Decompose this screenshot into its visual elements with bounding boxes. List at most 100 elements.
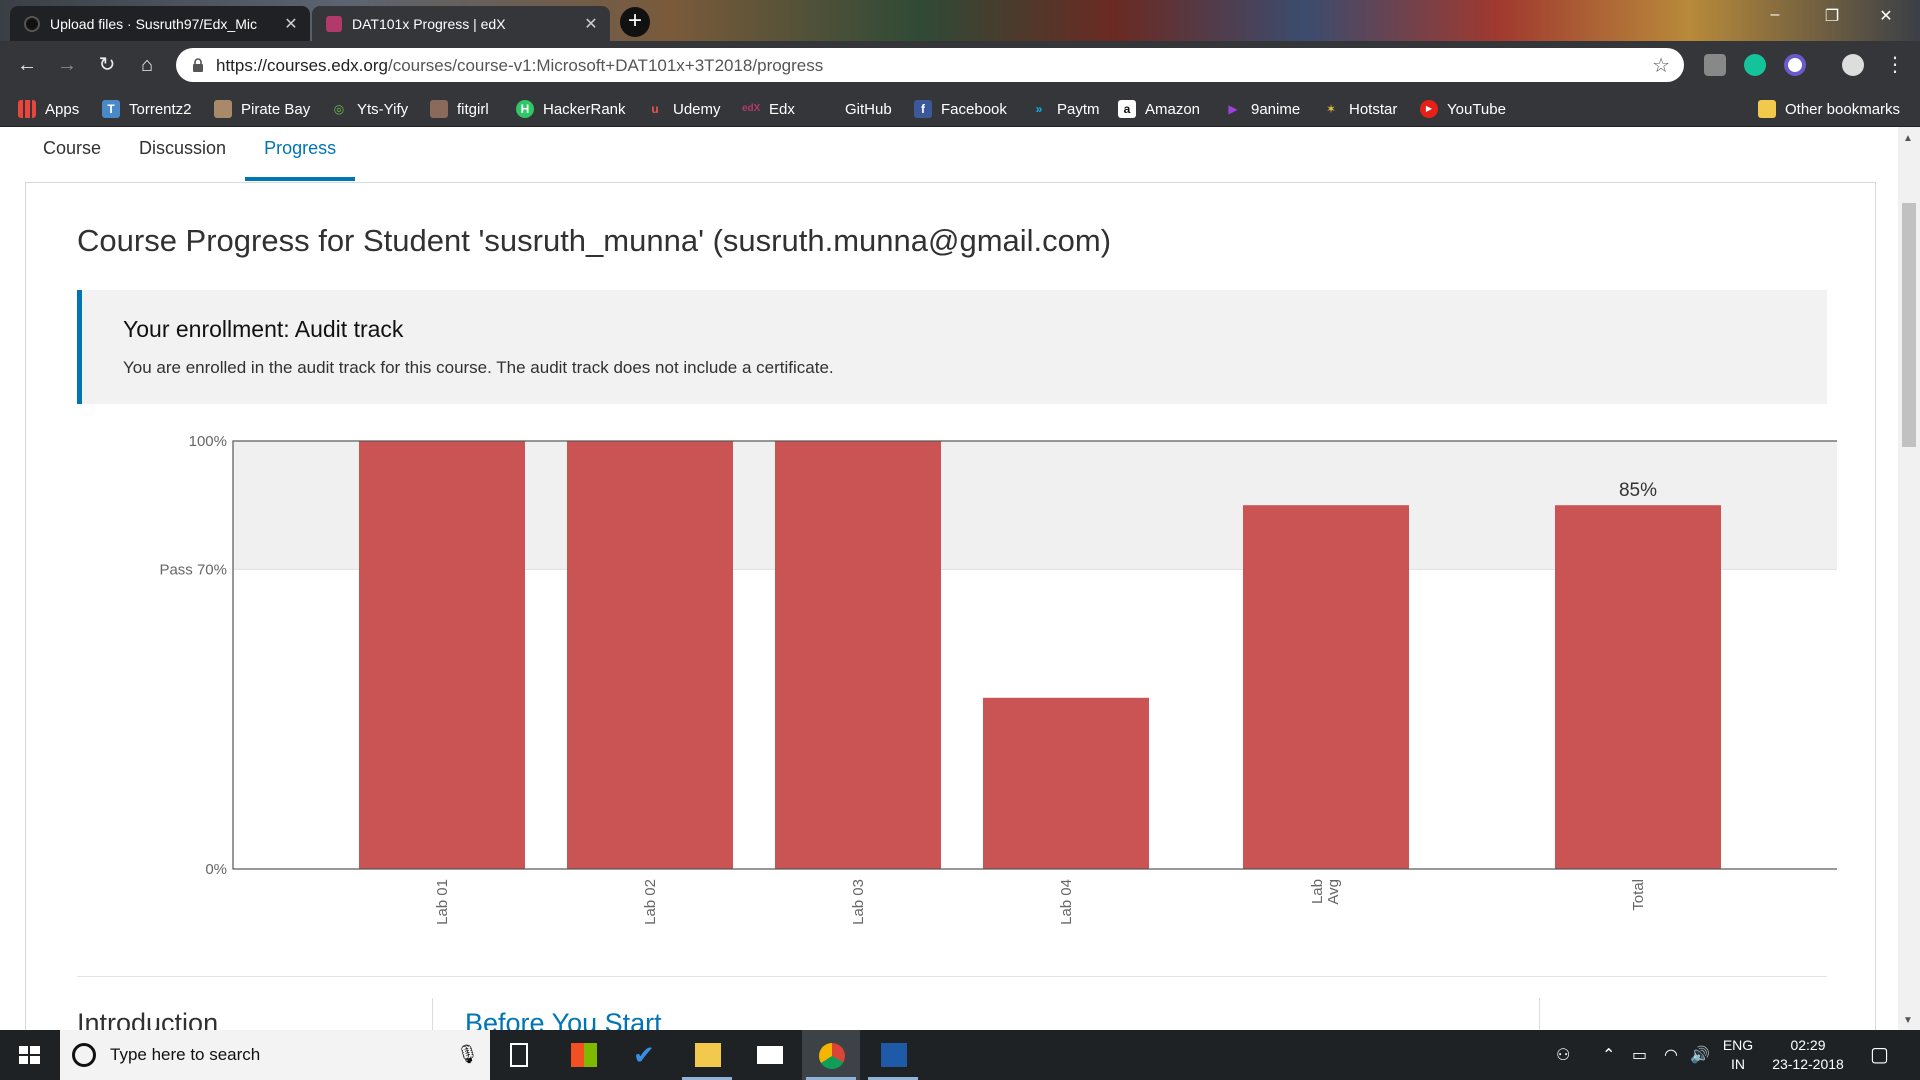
bar-total <box>1555 505 1721 869</box>
bookmark-hackerrank[interactable]: H HackerRank <box>516 98 626 120</box>
bookmark-star-icon[interactable]: ☆ <box>1652 53 1670 78</box>
yts-icon: ◎ <box>330 100 348 118</box>
apps-grid-icon <box>18 100 36 118</box>
address-bar[interactable]: https://courses.edx.org/courses/course-v… <box>176 48 1684 82</box>
bookmark-9anime[interactable]: ▶ 9anime <box>1224 98 1300 120</box>
y-tick-label: 0% <box>205 861 227 878</box>
bookmark-torrentz2[interactable]: T Torrentz2 <box>102 98 192 120</box>
edx-icon: edX <box>742 103 761 114</box>
system-clock[interactable]: 02:29 23-12-2018 <box>1758 1036 1858 1074</box>
github-icon <box>818 100 836 118</box>
x-tick-label: Lab 03 <box>850 879 867 925</box>
tab-course[interactable]: Course <box>24 127 120 181</box>
page-viewport: Course Discussion Progress Course Progre… <box>0 127 1920 1030</box>
block-extension-icon[interactable] <box>1784 54 1806 76</box>
lock-icon <box>193 58 203 72</box>
close-tab-icon[interactable]: ✕ <box>582 14 600 34</box>
app-icon[interactable] <box>864 1030 922 1080</box>
forward-icon[interactable]: → <box>52 51 82 79</box>
shield-extension-icon[interactable] <box>1704 54 1726 76</box>
cortana-icon <box>72 1043 96 1067</box>
input-language[interactable]: ENG IN <box>1718 1036 1758 1074</box>
bookmark-yts[interactable]: ◎ Yts-Yify <box>330 98 408 120</box>
battery-icon[interactable]: ▭ <box>1632 1045 1647 1065</box>
x-tick-label: Total <box>1630 879 1647 911</box>
tab-progress[interactable]: Progress <box>245 127 356 181</box>
subsection-link[interactable]: Before You Start <box>465 1008 662 1030</box>
show-hidden-icons-chevron-icon[interactable]: ⌃ <box>1602 1045 1615 1065</box>
volume-icon[interactable]: 🔊 <box>1690 1045 1710 1065</box>
column-divider <box>1539 998 1540 1030</box>
bookmark-other[interactable]: Other bookmarks <box>1758 98 1900 120</box>
wifi-icon[interactable]: ◠ <box>1664 1045 1678 1065</box>
paytm-icon: » <box>1035 102 1043 116</box>
tab-discussion[interactable]: Discussion <box>120 127 245 181</box>
scroll-down-icon[interactable]: ▼ <box>1903 1015 1913 1026</box>
notifications-icon[interactable]: ▢ <box>1870 1042 1889 1067</box>
pirate-ship-icon <box>214 100 232 118</box>
search-placeholder: Type here to search <box>110 1045 261 1064</box>
home-icon[interactable]: ⌂ <box>132 51 162 79</box>
new-tab-button[interactable]: + <box>620 7 650 37</box>
enrollment-text: You are enrolled in the audit track for … <box>123 358 834 377</box>
windows-start-icon[interactable] <box>0 1030 60 1080</box>
bar-lab-03 <box>775 441 941 869</box>
microphone-icon[interactable]: 🎙 <box>456 1044 479 1065</box>
task-view-icon[interactable] <box>490 1030 548 1080</box>
bar-lab-02 <box>567 441 733 869</box>
bookmark-paytm[interactable]: » Paytm <box>1030 98 1100 120</box>
windows-taskbar: Type here to search 🎙 ✔ ⚇ ⌃ ▭ ◠ 🔊 ENG IN … <box>0 1030 1920 1080</box>
people-icon[interactable]: ⚇ <box>1556 1045 1570 1065</box>
reload-icon[interactable]: ↻ <box>92 51 122 79</box>
bookmarks-bar: Apps T Torrentz2 Pirate Bay ◎ Yts-Yify fit… <box>0 89 1920 127</box>
grammarly-icon[interactable] <box>1744 54 1766 76</box>
x-tick-label: Lab 01 <box>434 879 451 925</box>
bookmark-pirate-bay[interactable]: Pirate Bay <box>214 98 310 120</box>
todo-icon[interactable]: ✔ <box>616 1030 674 1080</box>
scroll-up-icon[interactable]: ▲ <box>1903 133 1913 144</box>
browser-tabstrip: Upload files · Susruth97/Edx_Mic ✕ DAT10… <box>0 0 1920 41</box>
bookmark-fitgirl[interactable]: fitgirl <box>430 98 489 120</box>
enrollment-notice: Your enrollment: Audit track You are enr… <box>77 290 1827 404</box>
scroll-thumb[interactable] <box>1902 203 1916 447</box>
bookmark-edx[interactable]: edX Edx <box>742 98 795 120</box>
x-tick-label: Lab 04 <box>1058 879 1075 925</box>
folder-icon <box>1758 100 1776 118</box>
bookmark-udemy[interactable]: u Udemy <box>646 98 720 120</box>
maximize-button[interactable]: ❐ <box>1812 6 1852 34</box>
minimize-button[interactable]: – <box>1755 6 1795 34</box>
bar-lab-avg <box>1243 505 1409 869</box>
chrome-icon[interactable] <box>802 1030 860 1080</box>
profile-avatar-icon[interactable] <box>1842 54 1864 76</box>
mail-icon[interactable] <box>740 1030 798 1080</box>
taskbar-search[interactable]: Type here to search 🎙 <box>60 1030 490 1080</box>
facebook-icon: f <box>914 100 932 118</box>
close-window-button[interactable]: ✕ <box>1866 6 1906 34</box>
page-scrollbar[interactable]: ▲ ▼ <box>1898 127 1920 1030</box>
bookmark-github[interactable]: GitHub <box>818 98 892 120</box>
udemy-icon: u <box>651 102 659 116</box>
bar-lab-04 <box>983 697 1149 869</box>
tab-upload-files[interactable]: Upload files · Susruth97/Edx_Mic ✕ <box>10 6 310 41</box>
x-tick-label: LabAvg <box>1309 879 1342 905</box>
bar-lab-01 <box>359 441 525 869</box>
x-tick-label: Lab 02 <box>642 879 659 925</box>
tab-dat101x-progress[interactable]: DAT101x Progress | edX ✕ <box>312 6 610 41</box>
store-icon[interactable] <box>554 1030 612 1080</box>
enrollment-heading: Your enrollment: Audit track <box>123 316 404 342</box>
bookmark-hotstar[interactable]: ✶ Hotstar <box>1322 98 1397 120</box>
back-icon[interactable]: ← <box>12 51 42 79</box>
menu-kebab-icon[interactable]: ⋮ <box>1880 51 1910 79</box>
file-explorer-icon[interactable] <box>678 1030 736 1080</box>
section-title: Introduction <box>77 1008 219 1030</box>
close-tab-icon[interactable]: ✕ <box>282 14 300 34</box>
course-tabs: Course Discussion Progress <box>24 127 356 181</box>
bookmark-apps[interactable]: Apps <box>18 98 79 120</box>
bookmark-amazon[interactable]: a Amazon <box>1118 98 1200 120</box>
fitgirl-icon <box>430 100 448 118</box>
section-divider <box>77 976 1827 977</box>
column-divider <box>432 998 433 1030</box>
bookmark-youtube[interactable]: ▶ YouTube <box>1420 98 1506 120</box>
page-title: Course Progress for Student 'susruth_mun… <box>77 223 1112 258</box>
bookmark-facebook[interactable]: f Facebook <box>914 98 1007 120</box>
